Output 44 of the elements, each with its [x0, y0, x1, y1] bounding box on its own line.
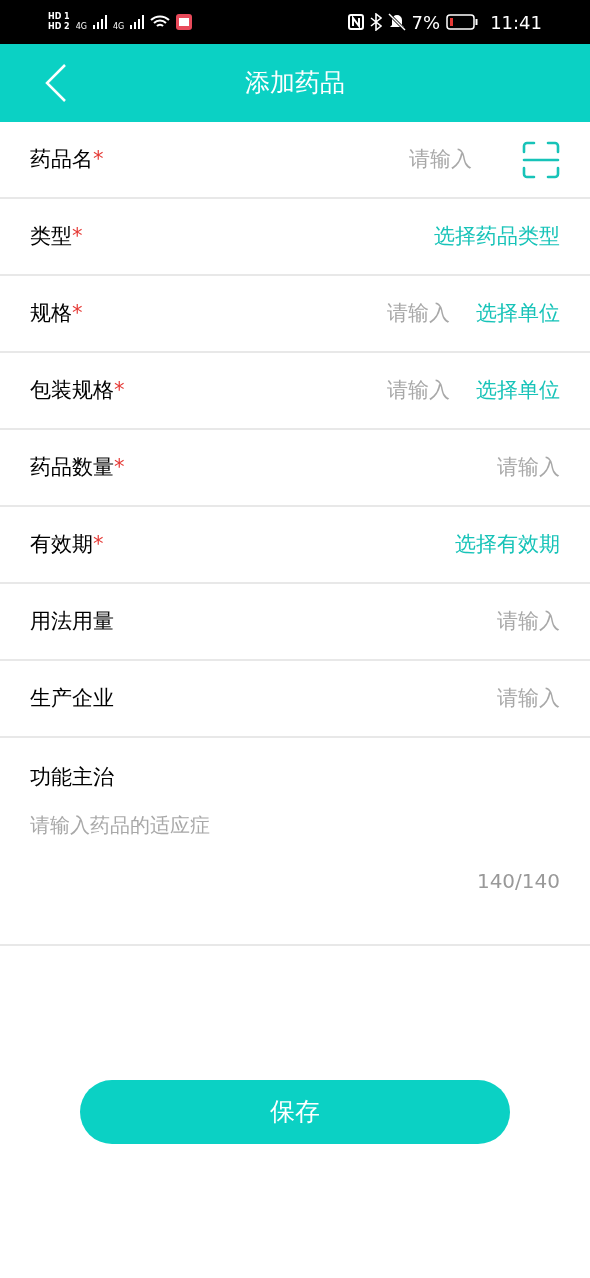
bluetooth-icon — [369, 13, 382, 31]
select-link[interactable]: 选择药品类型 — [434, 220, 560, 253]
text-input[interactable]: 请输入 — [362, 143, 472, 176]
battery-icon — [446, 14, 479, 30]
field-label: 用法用量 — [30, 607, 114, 635]
required-mark: * — [114, 454, 125, 479]
text-input[interactable]: 请输入 — [450, 451, 560, 484]
required-mark: * — [93, 531, 104, 556]
signal-icon — [130, 15, 145, 29]
field-label: 生产企业 — [30, 684, 114, 712]
select-link[interactable]: 选择有效期 — [455, 528, 560, 561]
back-icon[interactable] — [45, 63, 67, 103]
field-label: 药品数量* — [30, 453, 125, 481]
battery-percent: 7% — [411, 10, 441, 35]
scan-icon[interactable] — [522, 140, 560, 179]
indications-textarea[interactable]: 请输入药品的适应症 — [30, 809, 560, 860]
sim-label: HD 2 — [48, 22, 70, 32]
field-label: 类型* — [30, 222, 83, 250]
save-button[interactable]: 保存 — [80, 1080, 510, 1144]
sim-label: HD 1 — [48, 12, 70, 22]
field-label: 药品名* — [30, 145, 104, 173]
field-label: 规格* — [30, 299, 83, 327]
field-label: 功能主治 — [30, 764, 115, 791]
field-label: 包装规格* — [30, 376, 125, 404]
required-mark: * — [93, 146, 104, 171]
book-icon — [176, 14, 193, 30]
text-input[interactable]: 请输入 — [450, 682, 560, 715]
field-label: 有效期* — [30, 530, 104, 558]
required-mark: * — [72, 300, 83, 325]
page-title: 添加药品 — [245, 67, 345, 100]
muted-bell-icon — [387, 13, 406, 31]
required-mark: * — [114, 377, 125, 402]
network-label: 4G — [113, 21, 125, 33]
required-mark: * — [72, 223, 83, 248]
clock: 11:41 — [490, 10, 542, 35]
select-link[interactable]: 选择单位 — [476, 297, 560, 330]
text-input[interactable]: 请输入 — [450, 605, 560, 638]
network-label: 4G — [75, 21, 87, 33]
nfc-icon — [347, 14, 364, 30]
select-link[interactable]: 选择单位 — [476, 374, 560, 407]
char-counter: 140/140 — [476, 867, 560, 895]
text-input[interactable]: 请输入 — [340, 297, 450, 330]
text-input[interactable]: 请输入 — [340, 374, 450, 407]
signal-icon — [93, 15, 107, 29]
